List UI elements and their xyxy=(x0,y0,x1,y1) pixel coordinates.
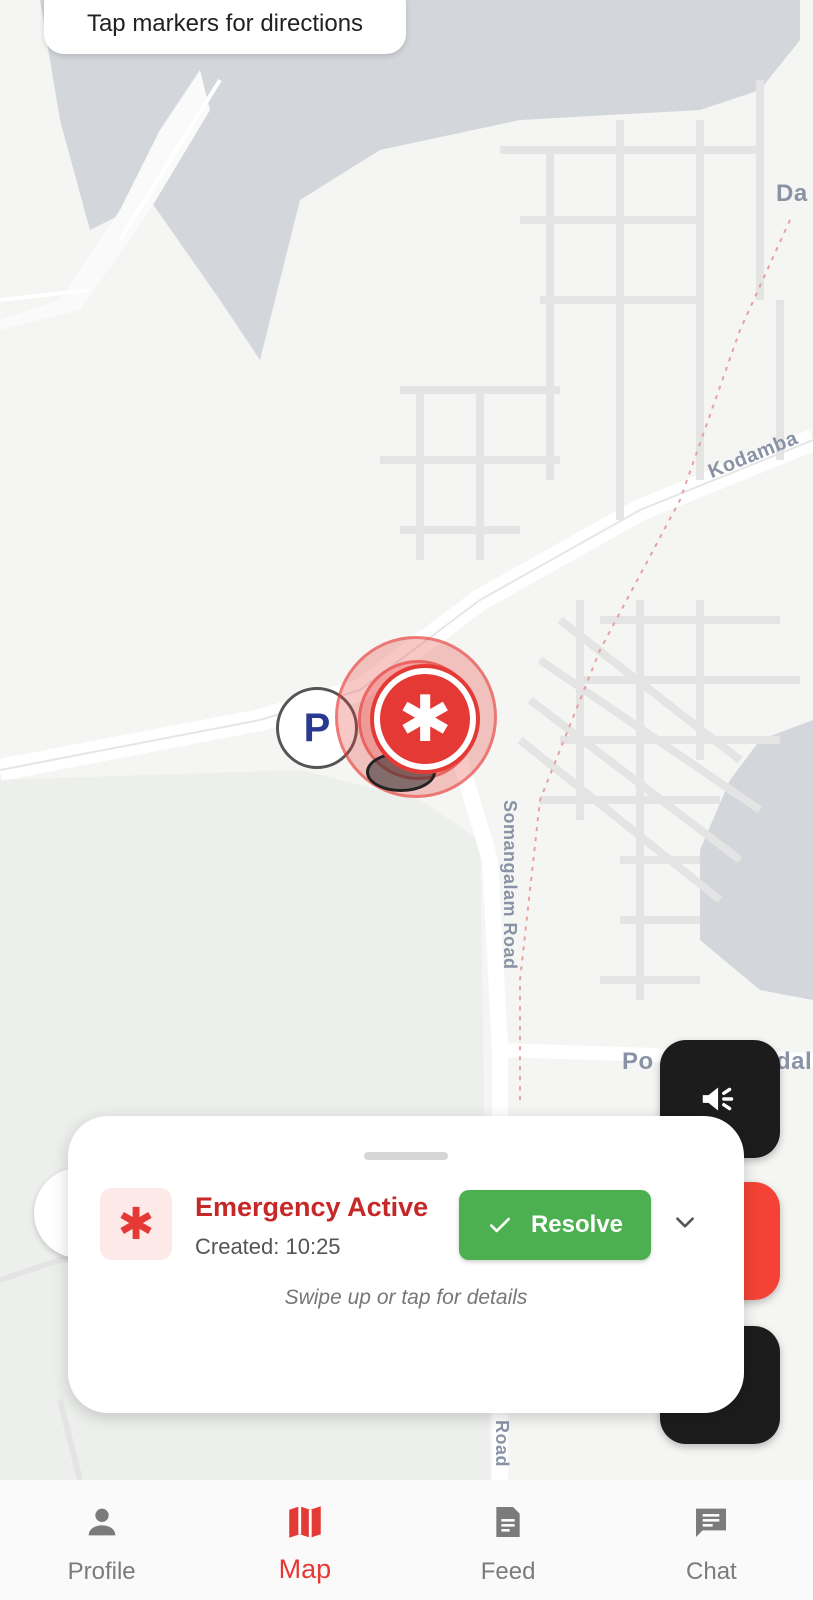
parking-marker-label: P xyxy=(303,705,331,750)
emergency-sheet[interactable]: ✱ Emergency Active Created: 10:25 Resolv… xyxy=(68,1116,744,1413)
bottom-nav: Profile Map Feed Chat xyxy=(0,1480,813,1600)
emergency-created-time: Created: 10:25 xyxy=(195,1234,341,1259)
chat-icon xyxy=(689,1500,733,1544)
map-label-da: Da xyxy=(776,180,808,207)
emergency-marker[interactable]: ✱ xyxy=(374,668,476,770)
resolve-button[interactable]: Resolve xyxy=(459,1190,651,1260)
nav-item-profile[interactable]: Profile xyxy=(0,1480,203,1600)
map-icon xyxy=(283,1500,327,1544)
chevron-down-icon[interactable] xyxy=(668,1206,702,1240)
emergency-title: Emergency Active xyxy=(195,1192,429,1222)
sheet-grabber[interactable] xyxy=(364,1152,448,1160)
map-label-road: Road xyxy=(492,1420,512,1467)
resolve-label: Resolve xyxy=(530,1211,624,1238)
nav-item-map[interactable]: Map xyxy=(203,1480,406,1600)
map-hint-banner: Tap markers for directions xyxy=(44,0,406,54)
person-icon xyxy=(80,1500,124,1544)
map-label-po: Po xyxy=(622,1048,654,1075)
swipe-hint: Swipe up or tap for details xyxy=(284,1286,528,1309)
nav-item-feed[interactable]: Feed xyxy=(407,1480,610,1600)
emergency-marker-glyph: ✱ xyxy=(398,683,452,755)
map-label-dal: dal xyxy=(776,1048,813,1075)
document-icon xyxy=(486,1500,530,1544)
asterisk-icon: ✱ xyxy=(100,1188,172,1260)
nav-label-feed: Feed xyxy=(480,1558,536,1585)
check-icon xyxy=(490,1217,510,1233)
nav-label-profile: Profile xyxy=(67,1558,136,1585)
nav-item-chat[interactable]: Chat xyxy=(610,1480,813,1600)
map-label-somangalam-road: Somangalam Road xyxy=(500,800,520,970)
map-view[interactable]: Da Kodamba Somangalam Road Po dal Road P… xyxy=(0,0,813,1480)
nav-label-chat: Chat xyxy=(686,1558,737,1585)
nav-label-map: Map xyxy=(278,1554,332,1584)
